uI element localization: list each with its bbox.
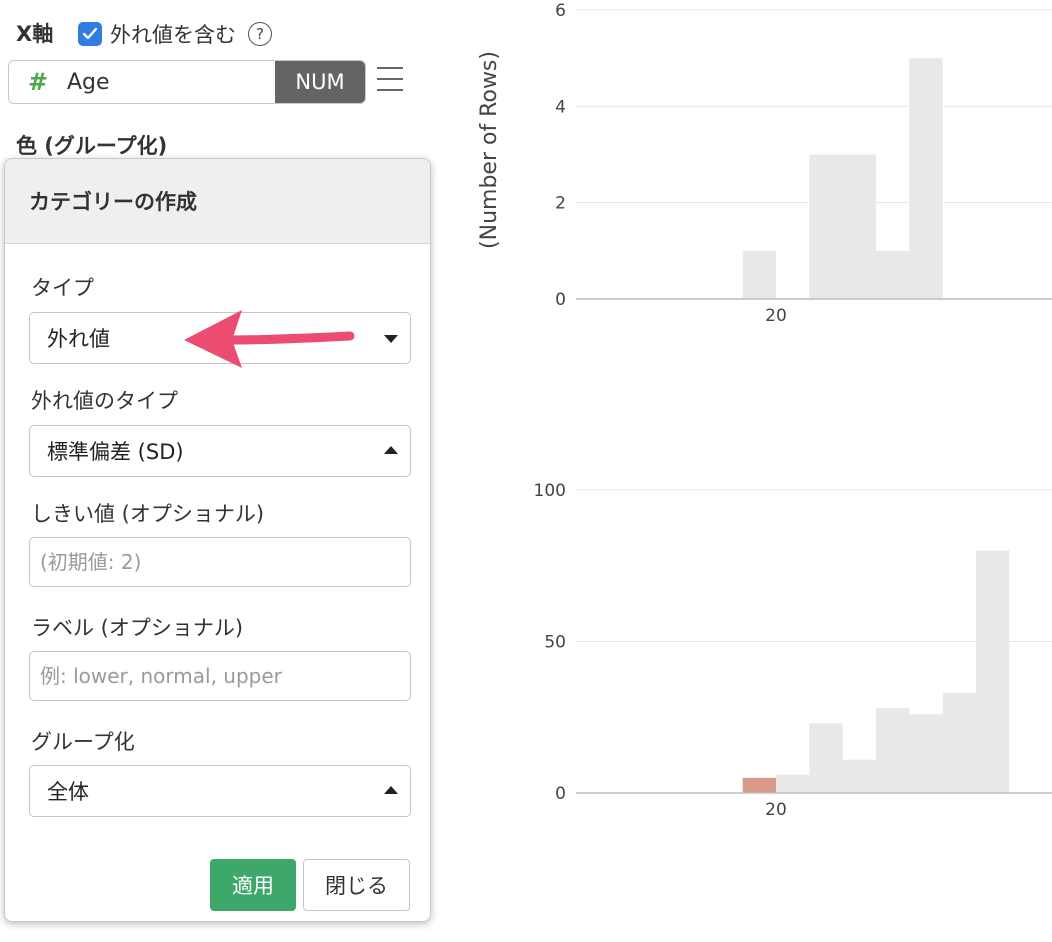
caret-down-icon [384, 335, 398, 343]
apply-button[interactable]: 適用 [210, 859, 296, 911]
hamburger-menu-icon[interactable] [377, 67, 403, 91]
y-tick-label: 100 [534, 481, 566, 501]
create-category-popover: カテゴリーの作成 タイプ 外れ値 外れ値のタイプ 標準偏差 (SD) しきい値 … [4, 158, 431, 922]
help-icon[interactable]: ? [248, 22, 272, 46]
histogram-bar [809, 154, 843, 299]
close-button[interactable]: 閉じる [303, 859, 410, 911]
y-tick-label: 0 [555, 290, 566, 310]
color-group-title: 色 (グループ化) [16, 134, 168, 158]
x-axis-column-field[interactable]: # Age NUM [8, 60, 366, 104]
popover-title: カテゴリーの作成 [5, 159, 430, 244]
include-outliers-option[interactable]: 外れ値を含む ? [78, 19, 272, 49]
grouping-label: グループ化 [31, 730, 135, 754]
threshold-label: しきい値 (オプショナル) [31, 502, 265, 526]
column-name: Age [67, 69, 110, 95]
outlier-type-label: 外れ値のタイプ [31, 389, 178, 413]
top-histogram: 0 2 4 6 20 (Number of Rows) [477, 1, 1052, 326]
outlier-type-select[interactable]: 標準偏差 (SD) [29, 425, 411, 477]
caret-up-icon [384, 446, 398, 454]
column-type-badge[interactable]: NUM [275, 61, 365, 103]
grouping-select[interactable]: 全体 [29, 765, 411, 817]
histogram-bar [742, 250, 776, 299]
histogram-bar [809, 723, 843, 793]
checkmark-icon [82, 27, 98, 40]
x-tick-label: 20 [765, 306, 787, 326]
bottom-histogram: 0 50 100 20 [534, 481, 1052, 820]
x-axis-title: X軸 [16, 22, 54, 46]
include-outliers-checkbox[interactable] [78, 22, 102, 46]
y-tick-label: 4 [555, 97, 566, 117]
histogram-charts: 0 2 4 6 20 (Number of Rows) 0 50 100 20 [477, 1, 1052, 820]
threshold-input[interactable] [29, 537, 411, 587]
outlier-type-select-value: 標準偏差 (SD) [47, 440, 184, 464]
histogram-bar [942, 693, 976, 793]
type-label: タイプ [31, 276, 94, 300]
histogram-bar [909, 714, 943, 793]
grouping-select-value: 全体 [47, 780, 89, 804]
type-select-value: 外れ値 [47, 327, 110, 351]
labels-label: ラベル (オプショナル) [31, 616, 244, 640]
histogram-bar [776, 774, 810, 793]
histogram-bar [976, 550, 1010, 793]
y-tick-label: 2 [555, 194, 566, 214]
histogram-bar [876, 250, 910, 299]
pointer-arrow-icon [184, 310, 355, 368]
histogram-bar [876, 708, 910, 793]
y-tick-label: 0 [555, 784, 566, 804]
histogram-bar [842, 759, 876, 793]
y-tick-label: 50 [544, 633, 566, 653]
y-tick-label: 6 [555, 1, 566, 21]
y-axis-label: (Number of Rows) [477, 51, 502, 249]
histogram-bar [742, 777, 776, 793]
histogram-bar [909, 58, 943, 299]
caret-up-icon [384, 786, 398, 794]
x-tick-label: 20 [765, 800, 787, 820]
include-outliers-label: 外れ値を含む [110, 23, 236, 47]
labels-input[interactable] [29, 651, 411, 701]
histogram-bar [842, 154, 876, 299]
numeric-column-icon: # [27, 68, 49, 96]
